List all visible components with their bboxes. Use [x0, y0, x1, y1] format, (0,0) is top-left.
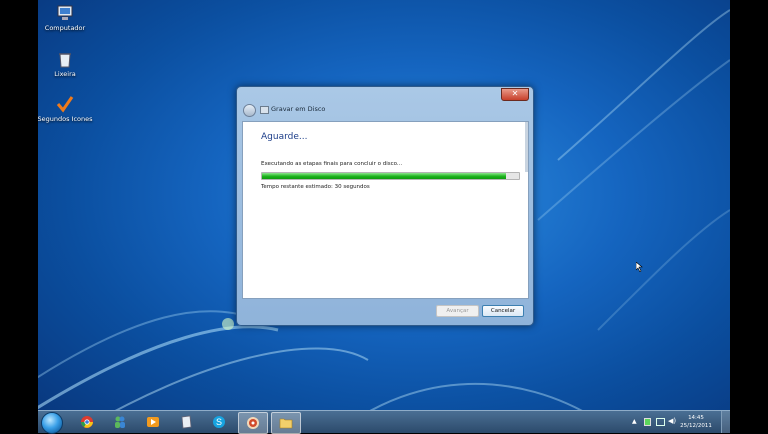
taskbar-burn[interactable] — [238, 412, 268, 434]
start-button[interactable] — [41, 412, 63, 434]
dialog-footer: Avançar Cancelar — [242, 298, 527, 320]
desktop-icon-label: Segundos Icones — [38, 115, 93, 123]
back-arrow-icon[interactable] — [243, 104, 256, 117]
dialog-titlebar[interactable]: ✕ Gravar em Disco — [237, 87, 533, 121]
skype-icon: S — [213, 416, 225, 428]
taskbar-folder[interactable] — [271, 412, 301, 434]
taskbar: S ▲ ◀) 14:45 25/12/2011 — [38, 410, 730, 434]
dialog-heading: Aguarde... — [261, 132, 308, 142]
battery-icon[interactable] — [644, 418, 651, 426]
desktop-icon-label: Computador — [44, 24, 86, 32]
time-remaining-text: Tempo restante estimado: 30 segundos — [261, 184, 370, 190]
scrollbar[interactable] — [525, 122, 528, 172]
volume-icon[interactable]: ◀) — [668, 417, 676, 425]
system-tray: ▲ ◀) 14:45 25/12/2011 — [630, 411, 730, 433]
checkmark-icon — [56, 96, 74, 113]
taskbar-skype[interactable]: S — [205, 412, 233, 432]
desktop-icon-lixeira[interactable]: Lixeira — [38, 50, 95, 78]
network-icon[interactable] — [656, 418, 665, 426]
status-text: Executando as etapas finais para conclui… — [261, 161, 403, 167]
progress-fill — [262, 173, 507, 179]
burn-disc-dialog: ✕ Gravar em Disco Aguarde... Executando … — [236, 86, 534, 326]
dialog-title: Gravar em Disco — [271, 105, 326, 113]
next-button[interactable]: Avançar — [436, 305, 479, 317]
folder-icon — [279, 418, 293, 429]
disc-burner-icon — [260, 106, 269, 114]
burn-icon — [247, 417, 259, 429]
messenger-icon — [115, 416, 125, 428]
dialog-content: Aguarde... Executando as etapas finais p… — [242, 121, 529, 299]
computer-icon — [57, 5, 73, 20]
notepad-icon — [181, 415, 192, 429]
svg-text:S: S — [216, 417, 222, 427]
tray-expand-icon[interactable]: ▲ — [632, 418, 637, 425]
show-desktop-button[interactable] — [721, 411, 730, 433]
recycle-bin-icon — [59, 53, 71, 68]
progress-bar — [261, 172, 520, 180]
taskbar-chrome[interactable] — [73, 412, 101, 432]
clock[interactable]: 14:45 25/12/2011 — [676, 414, 716, 430]
chrome-icon — [81, 416, 93, 428]
taskbar-media-player[interactable] — [139, 412, 167, 432]
desktop-icon-computador[interactable]: Computador — [38, 4, 95, 32]
clock-date: 25/12/2011 — [680, 423, 712, 429]
clock-time: 14:45 — [688, 415, 704, 421]
desktop-icon-segundos-icones[interactable]: Segundos Icones — [38, 95, 95, 123]
close-button[interactable]: ✕ — [501, 88, 529, 101]
media-player-icon — [147, 417, 159, 427]
taskbar-notepad[interactable] — [172, 412, 200, 432]
cancel-button[interactable]: Cancelar — [482, 305, 524, 317]
desktop-icon-label: Lixeira — [54, 70, 76, 78]
taskbar-messenger[interactable] — [106, 412, 134, 432]
